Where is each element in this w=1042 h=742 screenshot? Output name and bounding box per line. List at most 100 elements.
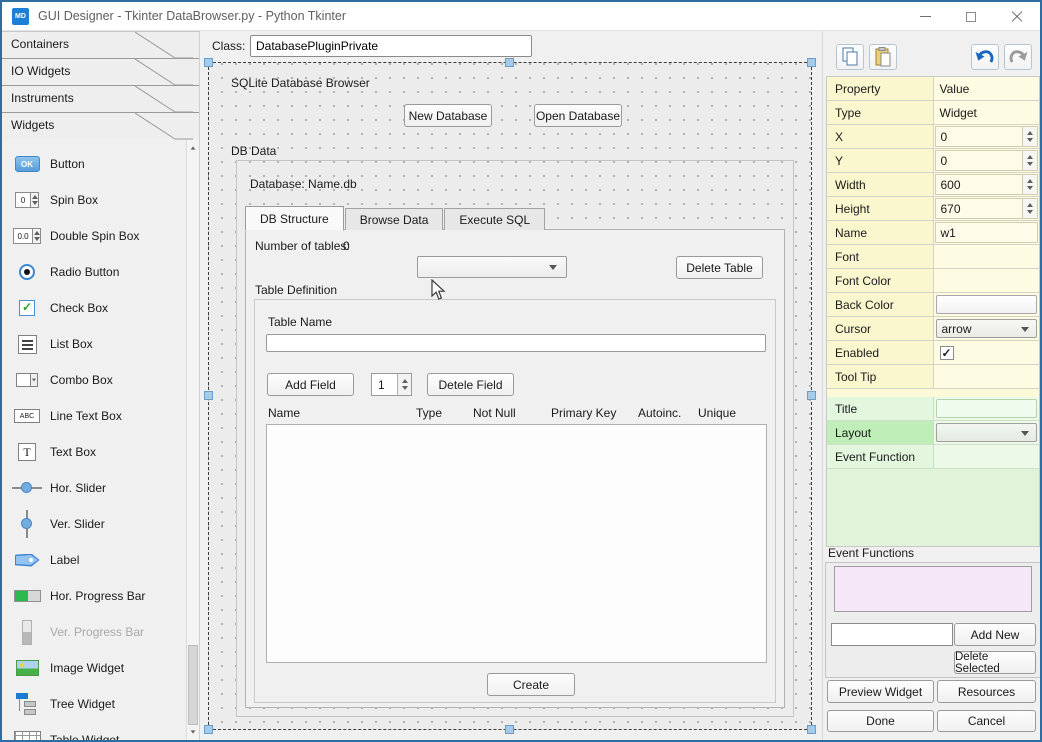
palette-section-widgets[interactable]: Widgets	[2, 112, 199, 139]
back-color-button[interactable]	[936, 295, 1038, 314]
widget-item-radio-button[interactable]: Radio Button	[2, 254, 199, 290]
add-new-button[interactable]: Add New	[954, 623, 1036, 646]
resize-handle[interactable]	[204, 391, 213, 400]
widget-item-horizontal-slider[interactable]: Hor. Slider	[2, 470, 199, 506]
widget-item-vertical-slider[interactable]: Ver. Slider	[2, 506, 199, 542]
resize-handle[interactable]	[505, 58, 514, 67]
column-header-not-null: Not Null	[473, 406, 516, 420]
create-button[interactable]: Create	[487, 673, 575, 696]
height-value: 670	[936, 199, 1023, 218]
x-spinbox[interactable]: 0	[935, 126, 1039, 147]
widget-item-combo-box[interactable]: Combo Box	[2, 362, 199, 398]
table-icon	[14, 731, 41, 740]
resize-handle[interactable]	[204, 58, 213, 67]
palette-section-containers[interactable]: Containers	[2, 31, 199, 58]
tab-execute-sql[interactable]: Execute SQL	[444, 208, 545, 230]
enabled-checkbox[interactable]: ✓	[940, 346, 954, 360]
widget-item-image-widget[interactable]: Image Widget	[2, 650, 199, 686]
class-bar: Class:	[200, 31, 822, 61]
delete-table-button[interactable]: Delete Table	[676, 256, 763, 279]
spinner-arrows[interactable]	[1022, 127, 1037, 146]
font-value[interactable]	[934, 245, 1040, 268]
widget-item-table-widget[interactable]: Table Widget	[2, 722, 199, 740]
delete-field-button[interactable]: Detele Field	[427, 373, 514, 396]
design-canvas[interactable]: SQLite Database Browser New Database Ope…	[208, 62, 812, 730]
widget-list-scrollbar[interactable]	[186, 140, 199, 740]
y-spinbox[interactable]: 0	[935, 150, 1039, 171]
field-list[interactable]	[266, 424, 767, 663]
widget-item-line-text-box[interactable]: ABC Line Text Box	[2, 398, 199, 434]
resize-handle[interactable]	[204, 725, 213, 734]
open-database-button[interactable]: Open Database	[534, 104, 622, 127]
cursor-select[interactable]: arrow	[936, 319, 1038, 338]
tables-select[interactable]	[417, 256, 567, 278]
line-textbox-icon: ABC	[14, 409, 40, 423]
db-tabstrip: DB Structure Browse Data Execute SQL	[245, 205, 546, 230]
property-name: Y	[827, 149, 934, 172]
name-input[interactable]: w1	[935, 222, 1039, 243]
resize-handle[interactable]	[807, 58, 816, 67]
tool-tip-value[interactable]	[934, 365, 1040, 388]
maximize-button[interactable]	[948, 2, 994, 31]
tab-browse-data[interactable]: Browse Data	[345, 208, 444, 230]
preview-widget-button[interactable]: Preview Widget	[827, 680, 934, 703]
scroll-up-arrow-icon[interactable]	[187, 142, 199, 154]
done-button[interactable]: Done	[827, 710, 934, 732]
widget-item-spin-box[interactable]: 0 Spin Box	[2, 182, 199, 218]
new-database-button[interactable]: New Database	[404, 104, 492, 127]
section-tab-edge	[135, 59, 193, 86]
copy-button[interactable]	[836, 44, 864, 70]
minimize-icon	[920, 16, 931, 17]
mouse-cursor-icon	[431, 279, 446, 301]
property-row-height: Height 670	[827, 197, 1039, 221]
width-spinbox[interactable]: 600	[935, 174, 1039, 195]
widget-item-button[interactable]: OK Button	[2, 146, 199, 182]
palette-section-instruments[interactable]: Instruments	[2, 85, 199, 112]
redo-button[interactable]	[1004, 44, 1032, 70]
title-input[interactable]	[936, 399, 1038, 418]
cancel-button[interactable]: Cancel	[937, 710, 1036, 732]
layout-select[interactable]	[936, 423, 1038, 442]
close-button[interactable]	[994, 2, 1040, 31]
paste-button[interactable]	[869, 44, 897, 70]
resize-handle[interactable]	[807, 391, 816, 400]
widget-item-label: Radio Button	[50, 265, 119, 279]
palette-section-io-widgets[interactable]: IO Widgets	[2, 58, 199, 85]
event-function-value[interactable]	[934, 445, 1040, 468]
scroll-down-arrow-icon[interactable]	[187, 726, 199, 738]
font-color-value[interactable]	[934, 269, 1040, 292]
spinner-arrows[interactable]	[1022, 175, 1037, 194]
table-name-input[interactable]	[266, 334, 766, 352]
tab-db-structure[interactable]: DB Structure	[245, 206, 344, 231]
spinner-arrows[interactable]	[1022, 151, 1037, 170]
resize-handle[interactable]	[505, 725, 514, 734]
minimize-button[interactable]	[902, 2, 948, 31]
resize-handle[interactable]	[807, 725, 816, 734]
field-count-spinner[interactable]: 1	[371, 373, 412, 396]
widget-item-label: Tree Widget	[50, 697, 115, 711]
height-spinbox[interactable]: 670	[935, 198, 1039, 219]
sqlite-browser-title-label: SQLite Database Browser	[231, 76, 370, 90]
widget-item-double-spin-box[interactable]: 0.0 Double Spin Box	[2, 218, 199, 254]
spinner-arrows[interactable]	[1022, 199, 1037, 218]
property-name: Cursor	[827, 317, 934, 340]
event-functions-list[interactable]	[834, 566, 1032, 612]
new-function-input[interactable]	[831, 623, 953, 646]
delete-selected-button[interactable]: Delete Selected	[954, 651, 1036, 674]
widget-item-tree-widget[interactable]: Tree Widget	[2, 686, 199, 722]
add-field-button[interactable]: Add Field	[267, 373, 354, 396]
scrollbar-thumb[interactable]	[188, 645, 198, 725]
widget-palette-sidebar: Containers IO Widgets Instruments Widget…	[2, 31, 200, 740]
resources-button[interactable]: Resources	[937, 680, 1036, 703]
class-name-input[interactable]	[250, 35, 532, 57]
widget-item-label[interactable]: Label	[2, 542, 199, 578]
widget-item-check-box[interactable]: ✓ Check Box	[2, 290, 199, 326]
combobox-icon	[16, 373, 38, 387]
undo-button[interactable]	[971, 44, 999, 70]
widget-item-text-box[interactable]: T Text Box	[2, 434, 199, 470]
section-tab-edge	[135, 32, 193, 59]
widget-item-label: Ver. Slider	[50, 517, 105, 531]
spinner-arrows[interactable]	[397, 374, 411, 395]
widget-item-list-box[interactable]: List Box	[2, 326, 199, 362]
widget-item-horizontal-progress-bar[interactable]: Hor. Progress Bar	[2, 578, 199, 614]
